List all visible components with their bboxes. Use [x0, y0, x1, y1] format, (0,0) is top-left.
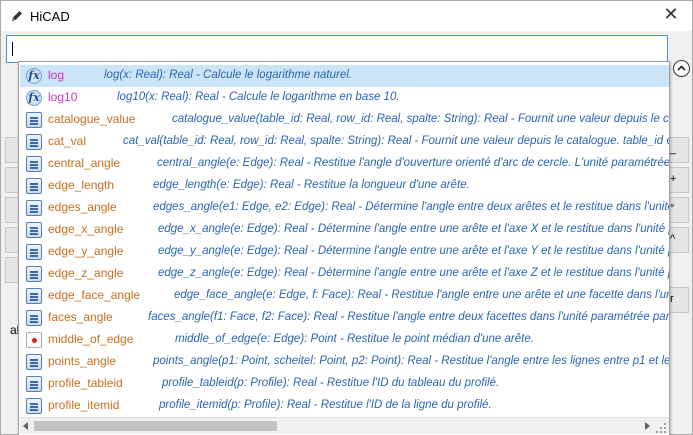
function-name: edge_face_angle	[48, 288, 141, 302]
function-name: points_angle	[48, 354, 117, 368]
table-icon	[26, 354, 42, 370]
function-name: edge_z_angle	[48, 266, 124, 280]
operator-label: ^	[670, 233, 676, 245]
function-signature: catalogue_value(table_id: Real, row_id: …	[172, 113, 669, 125]
autocomplete-item[interactable]: edge_y_angle edge_y_angle(e: Edge): Real …	[20, 241, 670, 263]
autocomplete-item[interactable]: fx log10 log10(x: Real): Real - Calcule le…	[20, 87, 669, 109]
autocomplete-item[interactable]: middle_of_edge middle_of_edge(e: Edge): P…	[20, 329, 669, 351]
table-icon	[26, 156, 42, 172]
function-signature: edge_x_angle(e: Edge): Real - Détermine …	[158, 223, 670, 235]
function-signature: middle_of_edge(e: Edge): Point - Restitu…	[175, 333, 534, 345]
function-signature: faces_angle(f1: Face, f2: Face): Real - …	[148, 311, 670, 323]
function-name: middle_of_edge	[48, 332, 134, 346]
operator-label: r	[670, 293, 674, 305]
function-name: edge_y_angle	[48, 244, 124, 258]
title-bar: HiCAD ✕	[1, 1, 692, 31]
window-title: HiCAD	[30, 9, 70, 24]
horizontal-scrollbar[interactable]	[20, 417, 669, 434]
table-icon	[26, 266, 42, 282]
function-signature: edge_z_angle(e: Edge): Real - Détermine …	[158, 267, 670, 279]
function-name: log10	[48, 90, 78, 104]
function-signature: edges_angle(e1: Edge, e2: Edge): Real - …	[153, 201, 670, 213]
collapse-button[interactable]	[673, 60, 690, 77]
scrollbar-thumb[interactable]	[34, 421, 277, 431]
table-icon	[26, 244, 42, 260]
operator-label: +	[670, 173, 677, 185]
table-icon	[26, 376, 42, 392]
table-icon	[26, 398, 42, 414]
table-icon	[26, 200, 42, 216]
autocomplete-item[interactable]: faces_angle faces_angle(f1: Face, f2: Fac…	[20, 307, 670, 329]
autocomplete-item[interactable]: edges_angle edges_angle(e1: Edge, e2: Edg…	[20, 197, 670, 219]
function-name: edge_x_angle	[48, 222, 124, 236]
autocomplete-item[interactable]: edge_length edge_length(e: Edge): Real - …	[20, 175, 669, 197]
close-button[interactable]: ✕	[660, 4, 682, 26]
autocomplete-item[interactable]: central_angle central_angle(e: Edge): Rea…	[20, 153, 670, 175]
autocomplete-item[interactable]: edge_x_angle edge_x_angle(e: Edge): Real …	[20, 219, 670, 241]
function-signature: profile_tableid(p: Profile): Real - Rest…	[162, 377, 500, 389]
table-icon	[26, 310, 42, 326]
autocomplete-item[interactable]: points_angle points_angle(p1: Point, sche…	[20, 351, 670, 373]
function-signature: profile_itemid(p: Profile): Real - Resti…	[159, 399, 492, 411]
autocomplete-item[interactable]: profile_itemid profile_itemid(p: Profile)…	[20, 395, 669, 417]
text-caret	[12, 42, 13, 56]
function-name: faces_angle	[48, 310, 113, 324]
function-name: profile_itemid	[48, 398, 120, 412]
function-signature: log10(x: Real): Real - Calcule le logari…	[117, 91, 400, 103]
chevron-up-icon	[677, 65, 686, 71]
resize-grip-icon[interactable]	[655, 422, 667, 434]
autocomplete-item[interactable]: edge_z_angle edge_z_angle(e: Edge): Real …	[20, 263, 670, 285]
table-icon	[26, 288, 42, 304]
function-signature: edge_face_angle(e: Edge, f: Face): Real …	[174, 289, 669, 301]
scroll-right-icon[interactable]	[645, 422, 650, 430]
table-icon	[26, 178, 42, 194]
table-icon	[26, 222, 42, 238]
autocomplete-item[interactable]: fx log log(x: Real): Real - Calcule le log…	[20, 65, 669, 87]
function-icon: fx	[26, 68, 42, 84]
function-signature: central_angle(e: Edge): Real - Restitue …	[157, 157, 670, 169]
function-name: cat_val	[48, 134, 87, 148]
function-name: log	[48, 68, 65, 82]
autocomplete-item[interactable]: cat_val cat_val(table_id: Real, row_id: R…	[20, 131, 670, 153]
function-name: profile_tableid	[48, 376, 123, 390]
function-signature: cat_val(table_id: Real, row_id: Real, sp…	[123, 135, 670, 147]
function-name: catalogue_value	[48, 112, 136, 126]
autocomplete-item[interactable]: profile_tableid profile_tableid(p: Profil…	[20, 373, 669, 395]
function-icon: fx	[26, 90, 42, 106]
point-icon	[26, 332, 42, 348]
function-signature: edge_y_angle(e: Edge): Real - Détermine …	[158, 245, 670, 257]
function-name: central_angle	[48, 156, 121, 170]
operator-label: °	[670, 203, 675, 215]
function-name: edges_angle	[48, 200, 117, 214]
table-icon	[26, 134, 42, 150]
autocomplete-item[interactable]: catalogue_value catalogue_value(table_id:…	[20, 109, 669, 131]
autocomplete-list[interactable]: fx log log(x: Real): Real - Calcule le log…	[20, 65, 670, 417]
pencil-icon	[12, 11, 22, 21]
function-name: edge_length	[48, 178, 115, 192]
table-icon	[26, 112, 42, 128]
scroll-left-icon[interactable]	[23, 422, 28, 430]
autocomplete-item[interactable]: edge_face_angle edge_face_angle(e: Edge, …	[20, 285, 669, 307]
function-signature: edge_length(e: Edge): Real - Restitue la…	[153, 179, 470, 191]
operator-label: _	[670, 143, 677, 155]
function-signature: points_angle(p1: Point, scheitel: Point,…	[153, 355, 670, 367]
function-signature: log(x: Real): Real - Calcule le logarith…	[104, 69, 352, 81]
autocomplete-popup: fx log log(x: Real): Real - Calcule le log…	[18, 61, 670, 435]
formula-input[interactable]	[6, 35, 668, 63]
